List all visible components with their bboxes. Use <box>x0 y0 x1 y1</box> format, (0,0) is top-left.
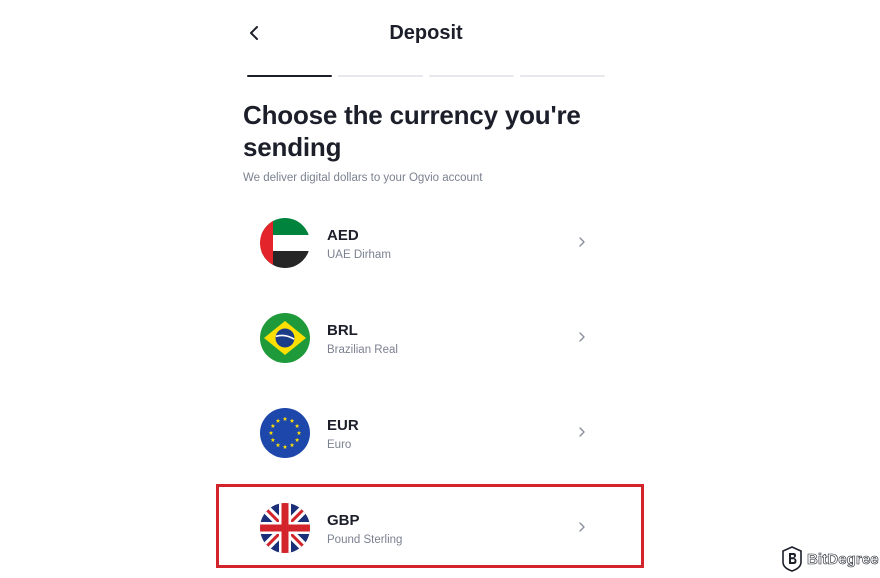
watermark-text: BitDegree <box>807 550 879 568</box>
bitdegree-logo-icon <box>782 546 802 572</box>
progress-step-4 <box>520 75 605 77</box>
uk-flag-icon <box>260 503 310 553</box>
currency-code: BRL <box>327 322 358 339</box>
currency-name: Pound Sterling <box>327 534 403 546</box>
currency-name: UAE Dirham <box>327 249 391 261</box>
currency-code: GBP <box>327 512 360 529</box>
currency-item-eur[interactable]: EUR Euro <box>243 380 605 475</box>
currency-item-gbp[interactable]: GBP Pound Sterling <box>243 475 605 570</box>
currency-item-aed[interactable]: AED UAE Dirham <box>243 190 605 285</box>
chevron-right-icon <box>579 522 585 532</box>
back-button[interactable] <box>244 22 266 44</box>
progress-step-2 <box>338 75 423 77</box>
progress-step-1 <box>247 75 332 77</box>
progress-step-3 <box>429 75 514 77</box>
bitdegree-watermark: BitDegree <box>781 546 879 572</box>
chevron-right-icon <box>579 332 585 342</box>
chevron-left-icon <box>250 26 258 40</box>
eu-flag-icon <box>260 408 310 458</box>
currency-name: Brazilian Real <box>327 344 398 356</box>
section-subtitle: We deliver digital dollars to your Ogvio… <box>243 172 483 184</box>
uae-flag-icon <box>260 218 310 268</box>
progress-steps <box>247 75 605 78</box>
section-heading: Choose the currency you're sending <box>243 100 581 162</box>
currency-name: Euro <box>327 439 352 451</box>
currency-code: AED <box>327 227 359 244</box>
currency-list: AED UAE Dirham BRL Brazilian Real EUR Eu… <box>243 190 605 570</box>
page-title: Deposit <box>389 22 463 44</box>
currency-code: EUR <box>327 417 359 434</box>
brazil-flag-icon <box>260 313 310 363</box>
chevron-right-icon <box>579 427 585 437</box>
currency-item-brl[interactable]: BRL Brazilian Real <box>243 285 605 380</box>
chevron-right-icon <box>579 237 585 247</box>
